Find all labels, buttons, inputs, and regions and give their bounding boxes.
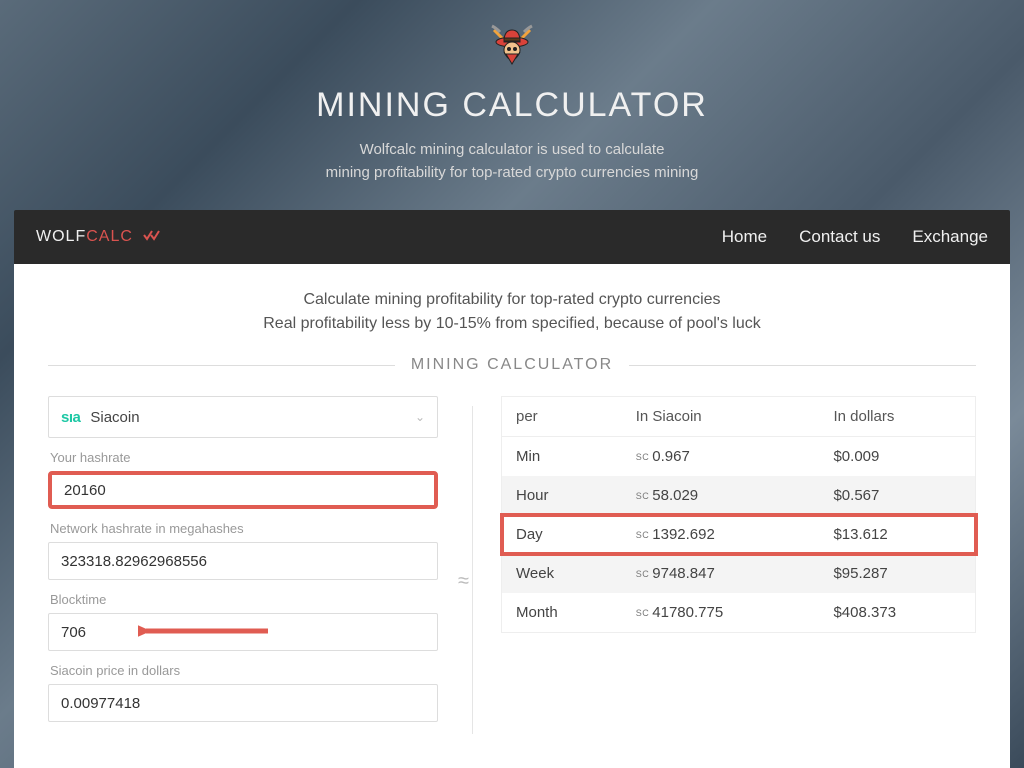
hashrate-label: Your hashrate (48, 450, 438, 465)
nav-links: Home Contact us Exchange (722, 227, 988, 247)
nav-exchange[interactable]: Exchange (912, 227, 988, 247)
price-input[interactable] (48, 684, 438, 722)
network-hashrate-input[interactable] (48, 542, 438, 580)
row-month: Month sc41780.775 $408.373 (502, 593, 976, 633)
siacoin-icon: sıa (61, 409, 80, 426)
hero-subtitle: Wolfcalc mining calculator is used to ca… (0, 139, 1024, 184)
chevron-down-icon: ⌄ (415, 410, 425, 424)
th-usd: In dollars (819, 397, 975, 437)
row-day: Day sc1392.692 $13.612 (502, 515, 976, 554)
hero: MINING CALCULATOR Wolfcalc mining calcul… (0, 0, 1024, 184)
network-hashrate-label: Network hashrate in megahashes (48, 521, 438, 536)
th-coin: In Siacoin (622, 397, 820, 437)
blocktime-label: Blocktime (48, 592, 438, 607)
mascot-logo-icon (0, 22, 1024, 74)
hashrate-input[interactable] (48, 471, 438, 509)
content-panel: Calculate mining profitability for top-r… (14, 264, 1010, 768)
section-header: MINING CALCULATOR (48, 356, 976, 374)
brand-logo[interactable]: WOLFCALC (36, 228, 165, 246)
row-hour: Hour sc58.029 $0.567 (502, 476, 976, 515)
nav-home[interactable]: Home (722, 227, 767, 247)
th-per: per (502, 397, 622, 437)
results-table: per In Siacoin In dollars Min sc0.967 $0… (501, 396, 976, 633)
coin-selected-label: Siacoin (90, 409, 139, 426)
row-week: Week sc9748.847 $95.287 (502, 554, 976, 593)
approx-icon: ≈ (458, 566, 469, 597)
hero-title: MINING CALCULATOR (0, 86, 1024, 125)
check-icon (143, 228, 165, 246)
intro-text: Calculate mining profitability for top-r… (48, 288, 976, 336)
navbar: WOLFCALC Home Contact us Exchange (14, 210, 1010, 264)
input-column: sıa Siacoin ⌄ Your hashrate Network hash… (48, 396, 458, 734)
results-column: per In Siacoin In dollars Min sc0.967 $0… (491, 396, 976, 734)
row-min: Min sc0.967 $0.009 (502, 437, 976, 477)
nav-contact[interactable]: Contact us (799, 227, 880, 247)
price-label: Siacoin price in dollars (48, 663, 438, 678)
blocktime-input[interactable] (48, 613, 438, 651)
coin-select[interactable]: sıa Siacoin ⌄ (48, 396, 438, 438)
column-divider: ≈ (472, 406, 473, 734)
